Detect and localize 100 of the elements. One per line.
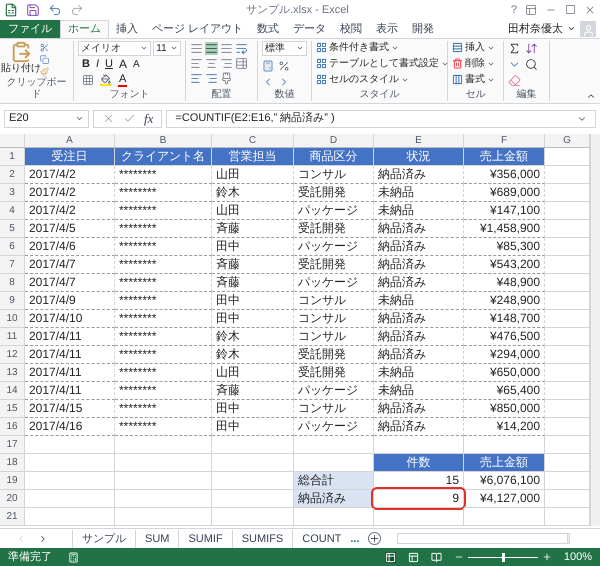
paste-button[interactable]: 貼り付け [1, 62, 41, 75]
name-box[interactable]: E20 [4, 110, 89, 128]
save-icon[interactable] [26, 2, 40, 17]
table-cell: ¥65,400 [496, 383, 540, 398]
user-name[interactable]: 田村奈優太 [508, 20, 563, 38]
row-header[interactable]: 21 [0, 508, 25, 526]
find-icon[interactable] [525, 58, 538, 71]
insert-function-button[interactable]: fx [144, 108, 154, 128]
copy-icon[interactable] [38, 55, 51, 64]
ribbon-tab[interactable]: 挿入 [109, 20, 145, 38]
cells-menu-button[interactable]: 書式 [465, 72, 485, 87]
styles-menu-button[interactable]: 条件付き書式 [329, 40, 389, 55]
table-cell: 納品済み [378, 221, 426, 236]
row-header[interactable]: 13 [0, 364, 25, 382]
borders-icon[interactable] [82, 74, 94, 86]
row-header[interactable]: 8 [0, 274, 25, 292]
column-header[interactable]: B [115, 134, 212, 148]
normal-view-icon[interactable] [384, 552, 396, 563]
row-header[interactable]: 6 [0, 238, 25, 256]
font-color-button[interactable]: A [118, 72, 128, 87]
row-header[interactable]: 15 [0, 400, 25, 418]
zoom-slider-thumb[interactable] [502, 552, 505, 562]
ribbon-tab[interactable]: データ [286, 20, 334, 38]
cells-menu-button[interactable]: 削除 [465, 56, 485, 71]
styles-menu-button[interactable]: セルのスタイル [329, 72, 399, 87]
ribbon-tab[interactable]: ページ レイアウト [145, 20, 250, 38]
row-header[interactable]: 9 [0, 292, 25, 310]
font-size-field[interactable]: 11 [153, 40, 181, 56]
add-sheet-icon[interactable] [368, 532, 381, 546]
ribbon-tab[interactable]: 数式 [250, 20, 286, 38]
align-top-icon[interactable] [190, 42, 203, 55]
table-style-icon[interactable] [316, 74, 327, 86]
columns-icon[interactable] [452, 74, 463, 86]
autosum-icon[interactable] [508, 42, 521, 55]
font-name-field[interactable]: メイリオ [78, 40, 152, 56]
row-header[interactable]: 11 [0, 328, 25, 346]
wrap-text-icon[interactable] [235, 42, 248, 55]
row-header[interactable]: 18 [0, 454, 25, 472]
insert-rows-icon[interactable] [452, 42, 463, 54]
ribbon-tab[interactable]: 表示 [369, 20, 406, 38]
row-header[interactable]: 14 [0, 382, 25, 400]
page-break-view-icon[interactable] [430, 552, 442, 563]
format-button[interactable]: U [105, 58, 113, 71]
row-header[interactable]: 19 [0, 472, 25, 490]
undo-icon[interactable] [48, 2, 62, 17]
format-button[interactable]: I [96, 58, 100, 71]
maximize-icon[interactable] [565, 4, 576, 16]
close-icon[interactable] [584, 4, 596, 16]
delete-icon[interactable] [452, 58, 463, 70]
column-header[interactable]: C [212, 134, 294, 148]
align-left-icon[interactable] [190, 56, 203, 70]
ribbon-display-icon[interactable] [525, 4, 537, 16]
column-header[interactable]: E [374, 134, 464, 148]
formula-field[interactable]: =COUNTIF(E2:E16,” 納品済み” ) [166, 110, 596, 128]
page-layout-view-icon[interactable] [408, 552, 419, 563]
file-tab[interactable]: ファイル [0, 20, 60, 38]
column-header[interactable]: D [294, 134, 374, 148]
table-style-icon[interactable] [316, 42, 327, 54]
row-header[interactable]: 2 [0, 166, 25, 184]
row-header[interactable]: 10 [0, 310, 25, 328]
grow-font-button[interactable]: A [118, 58, 127, 71]
ribbon-tab[interactable]: ホーム [60, 20, 109, 38]
format-button[interactable]: B [82, 58, 90, 71]
align-center-icon[interactable] [205, 56, 218, 70]
zoom-percentage[interactable]: 100% [564, 548, 592, 566]
align-middle-icon[interactable] [205, 42, 218, 55]
sort-filter-icon[interactable] [525, 42, 538, 55]
number-format-field[interactable]: 標準 [262, 40, 307, 56]
increase-indent-icon[interactable] [205, 72, 218, 85]
fill-color-icon[interactable] [100, 74, 112, 86]
ribbon-tab[interactable]: 校閲 [333, 20, 370, 38]
merge-cells-icon[interactable] [235, 56, 248, 70]
cells-menu-button[interactable]: 挿入 [465, 40, 485, 55]
excel-logo-icon[interactable] [4, 2, 18, 17]
ribbon-tab[interactable]: 開発 [405, 20, 442, 38]
align-bottom-icon[interactable] [220, 42, 233, 55]
row-header[interactable]: 16 [0, 418, 25, 436]
help-button[interactable]: ? [510, 2, 517, 18]
row-header[interactable]: 5 [0, 220, 25, 238]
more-sheets-indicator[interactable]: ... [350, 530, 360, 548]
percent-icon[interactable] [278, 60, 290, 72]
row-header[interactable]: 17 [0, 436, 25, 454]
row-header[interactable]: 7 [0, 256, 25, 274]
table-style-icon[interactable] [316, 58, 327, 70]
row-header[interactable]: 3 [0, 184, 25, 202]
vertical-scrollbar[interactable] [590, 134, 600, 526]
row-header[interactable]: 12 [0, 346, 25, 364]
row-header[interactable]: 1 [0, 148, 25, 166]
row-header[interactable]: 4 [0, 202, 25, 220]
redo-icon[interactable] [70, 2, 84, 17]
styles-menu-button[interactable]: テーブルとして書式設定 [329, 56, 439, 71]
shrink-font-button[interactable]: A [132, 58, 140, 71]
decrease-indent-icon[interactable] [190, 72, 203, 85]
zoom-in-icon[interactable] [542, 552, 552, 562]
align-right-icon[interactable] [220, 56, 233, 70]
cut-icon[interactable] [38, 42, 51, 52]
table-cell: 2017/4/2 [29, 185, 76, 200]
column-header[interactable]: F [464, 134, 545, 148]
row-header[interactable]: 20 [0, 490, 25, 508]
column-header[interactable]: A [25, 134, 115, 148]
